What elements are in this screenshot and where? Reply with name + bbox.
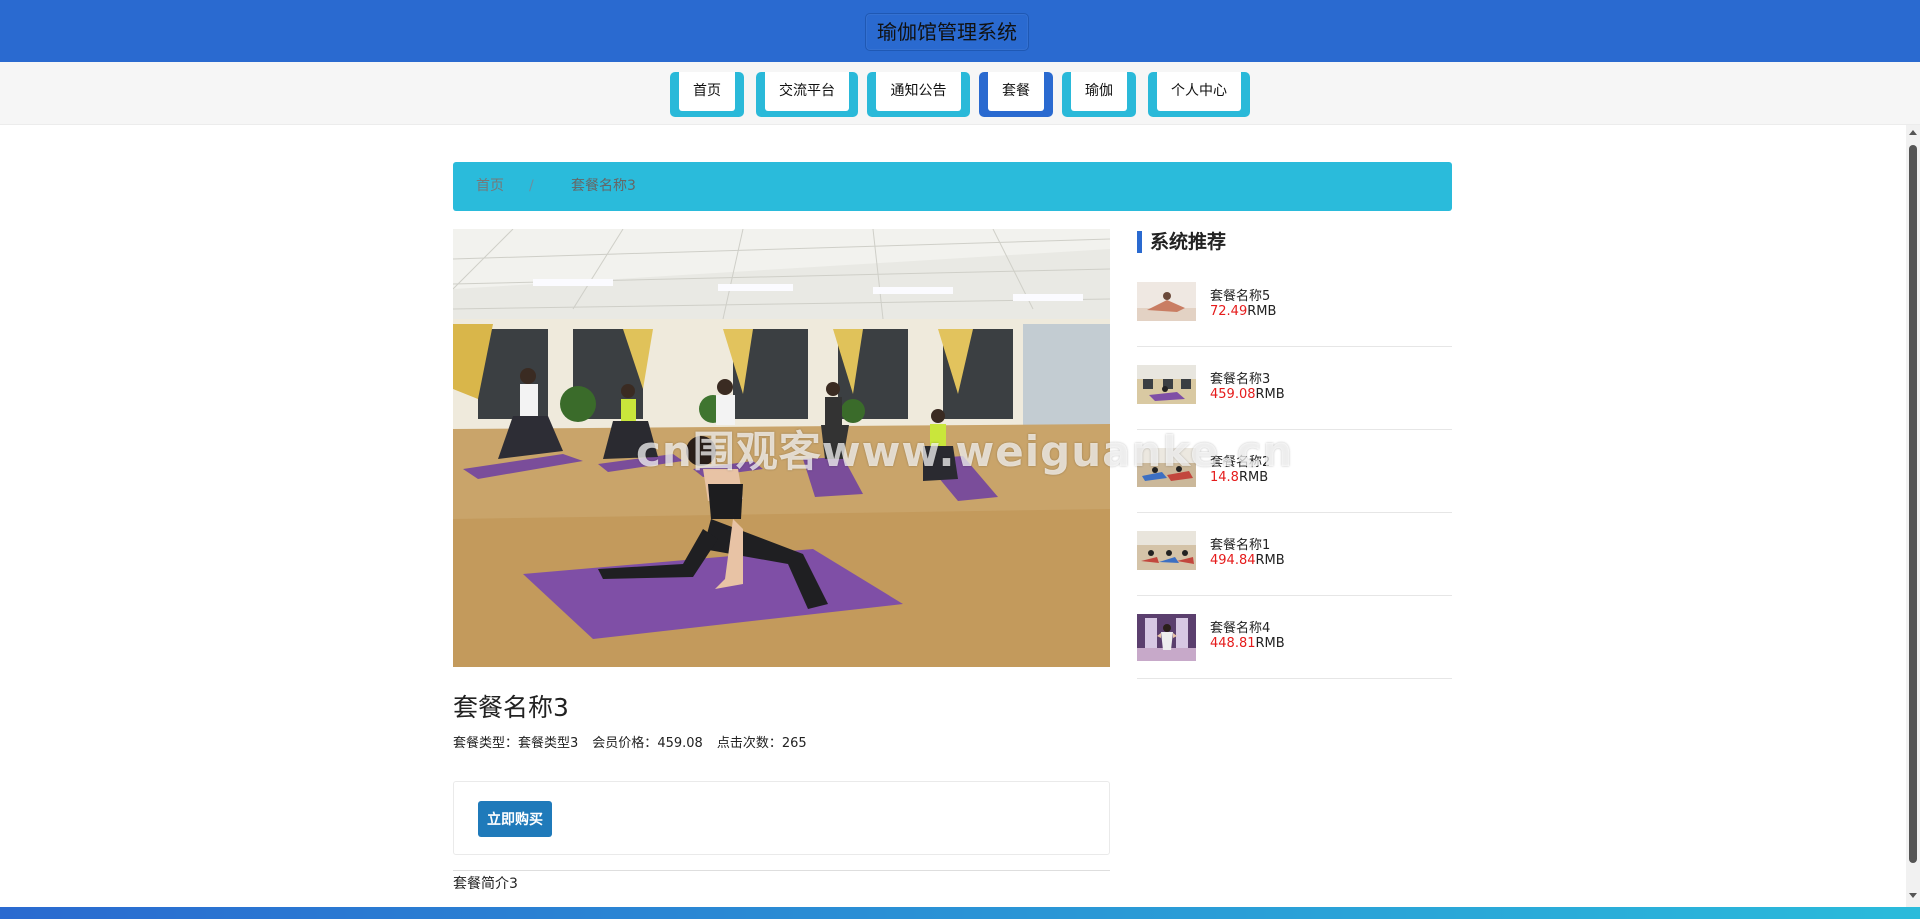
recommend-item[interactable]: 套餐名称3 459.08RMB: [1137, 347, 1452, 430]
nav-item-profile[interactable]: 个人中心: [1148, 72, 1250, 117]
price-unit: RMB: [1247, 304, 1277, 319]
recommend-price: 448.81RMB: [1210, 636, 1285, 651]
product-description: 套餐简介3: [453, 876, 518, 892]
recommend-name: 套餐名称1: [1210, 538, 1271, 553]
recommend-thumbnail: [1137, 531, 1196, 570]
nav-item-home[interactable]: 首页: [670, 72, 744, 117]
buy-now-button[interactable]: 立即购买: [478, 801, 552, 837]
package-type-value: 套餐类型3: [518, 736, 579, 751]
recommend-price: 459.08RMB: [1210, 387, 1285, 402]
recommend-thumbnail: [1137, 282, 1196, 321]
member-price-label: 会员价格：: [592, 736, 658, 751]
nav-item-forum[interactable]: 交流平台: [756, 72, 858, 117]
recommend-name: 套餐名称2: [1210, 455, 1271, 470]
price-unit: RMB: [1255, 553, 1285, 568]
price-value: 494.84: [1210, 553, 1256, 568]
divider: [453, 870, 1110, 871]
recommend-thumbnail: [1137, 365, 1196, 404]
product-title: 套餐名称3: [453, 693, 569, 722]
recommend-item[interactable]: 套餐名称2 14.8RMB: [1137, 430, 1452, 513]
price-value: 72.49: [1210, 304, 1248, 319]
recommend-name: 套餐名称5: [1210, 289, 1271, 304]
recommend-price: 494.84RMB: [1210, 553, 1285, 568]
nav-item-label: 个人中心: [1157, 72, 1241, 111]
recommend-price: 72.49RMB: [1210, 304, 1276, 319]
price-unit: RMB: [1238, 470, 1269, 485]
breadcrumb-current: 套餐名称3: [571, 178, 636, 194]
price-unit: RMB: [1255, 387, 1285, 402]
nav-item-label: 套餐: [988, 72, 1044, 111]
breadcrumb: 首页 / 套餐名称3: [453, 162, 1452, 211]
click-count-value: 265: [781, 736, 807, 751]
nav-item-package[interactable]: 套餐: [979, 72, 1053, 117]
recommend-thumbnail: [1137, 448, 1196, 487]
recommend-thumbnail: [1137, 614, 1196, 661]
recommend-name: 套餐名称4: [1210, 621, 1271, 636]
product-image: [453, 229, 1110, 667]
price-unit: RMB: [1255, 636, 1285, 651]
product-meta: 套餐类型：套餐类型3 会员价格：459.08 点击次数：265: [453, 732, 807, 751]
member-price-value: 459.08: [657, 736, 703, 751]
recommend-item[interactable]: 套餐名称1 494.84RMB: [1137, 513, 1452, 596]
top-header: 瑜伽馆管理系统: [0, 0, 1920, 62]
breadcrumb-home-link[interactable]: 首页: [476, 162, 504, 211]
nav-item-label: 瑜伽: [1071, 72, 1127, 111]
recommend-title: 系统推荐: [1137, 231, 1226, 253]
price-value: 14.8: [1210, 470, 1239, 485]
package-type-label: 套餐类型：: [453, 736, 519, 751]
nav-item-label: 首页: [679, 72, 735, 111]
nav-item-label: 通知公告: [876, 72, 961, 111]
recommend-price: 14.8RMB: [1210, 470, 1268, 485]
footer-strip: [0, 907, 1920, 919]
click-count-label: 点击次数：: [716, 736, 782, 751]
scroll-up-icon[interactable]: [1909, 130, 1917, 135]
recommend-item[interactable]: 套餐名称4 448.81RMB: [1137, 596, 1452, 679]
nav-item-yoga[interactable]: 瑜伽: [1062, 72, 1136, 117]
price-value: 459.08: [1210, 387, 1256, 402]
site-title: 瑜伽馆管理系统: [865, 13, 1029, 51]
scroll-down-icon[interactable]: [1909, 893, 1917, 898]
buy-panel: 立即购买: [453, 781, 1110, 855]
nav-item-notice[interactable]: 通知公告: [867, 72, 970, 117]
nav-bar: 首页 交流平台 通知公告 套餐 瑜伽 个人中心: [0, 62, 1920, 125]
price-value: 448.81: [1210, 636, 1256, 651]
breadcrumb-separator: /: [529, 178, 534, 194]
scrollbar-thumb[interactable]: [1909, 145, 1917, 863]
recommend-item[interactable]: 套餐名称5 72.49RMB: [1137, 264, 1452, 347]
recommend-name: 套餐名称3: [1210, 372, 1271, 387]
nav-item-label: 交流平台: [765, 72, 849, 111]
